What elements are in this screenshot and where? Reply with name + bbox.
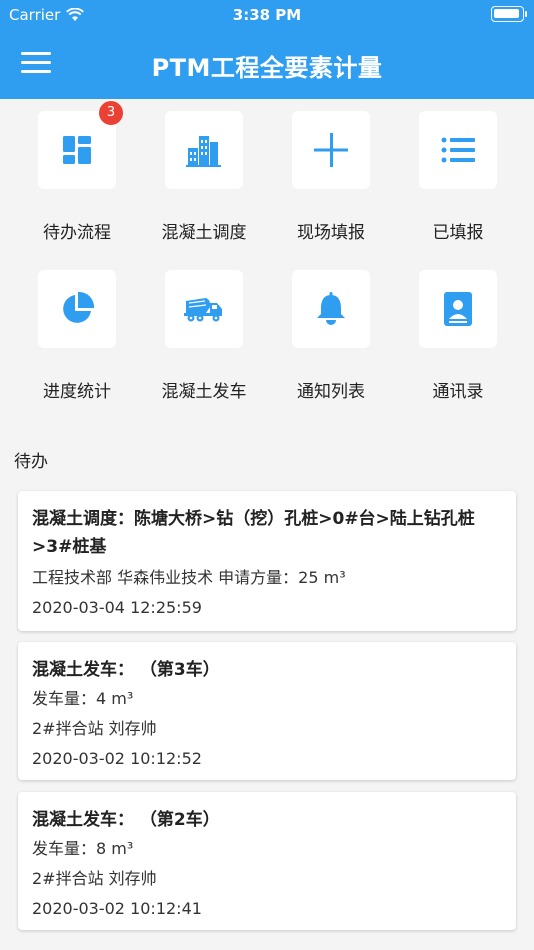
top-bar: Carrier 3:38 PM PTM工程全要素计量 [0,0,534,99]
pie-chart-icon [63,291,95,323]
contacts-icon [444,292,472,326]
todo-section-title: 待办 [14,452,48,472]
tile-label: 已填报 [432,223,484,243]
tile-icon-box[interactable] [165,111,243,189]
notification-badge: 3 [99,101,123,125]
tile-label: 混凝土调度 [161,223,247,243]
tile-icon-box[interactable] [419,270,497,348]
todo-card[interactable]: 混凝土调度：陈塘大桥>钻（挖）孔桩>0#台>陆上钻孔桩>3#桩基 工程技术部 华… [18,491,516,631]
bell-icon [317,292,345,325]
todo-card-detail: 发车量：4 m³ [32,689,134,708]
tile-site-report[interactable]: 现场填报 [267,111,395,243]
tile-concrete-departure[interactable]: 混凝土发车 [140,270,268,402]
nav-bar: PTM工程全要素计量 [0,30,534,99]
tile-notifications[interactable]: 通知列表 [267,270,395,402]
tile-concrete-dispatch[interactable]: 混凝土调度 [140,111,268,243]
tile-icon-box[interactable] [165,270,243,348]
battery-icon [491,6,527,22]
todo-card[interactable]: 混凝土发车： （第3车） 发车量：4 m³ 2#拌合站 刘存帅 2020-03-… [18,642,516,780]
tile-reported[interactable]: 已填报 [394,111,522,243]
status-bar: Carrier 3:38 PM [0,0,534,30]
tile-label: 待办流程 [43,223,111,243]
tile-todo-process[interactable]: 3 待办流程 [13,101,141,243]
todo-card-station: 2#拌合站 刘存帅 [32,719,157,738]
todo-card-time: 2020-03-02 10:12:52 [32,749,202,768]
tile-label: 混凝土发车 [161,382,247,402]
tile-label: 进度统计 [43,382,111,402]
todo-card-station: 2#拌合站 刘存帅 [32,869,157,888]
mixer-truck-icon [184,298,222,322]
todo-card-title: 混凝土发车： （第3车） [32,660,220,680]
tile-icon-box[interactable] [292,111,370,189]
tile-icon-box[interactable] [292,270,370,348]
todo-card-time: 2020-03-04 12:25:59 [32,598,202,617]
todo-card-title: 混凝土调度：陈塘大桥>钻（挖）孔桩>0#台>陆上钻孔桩>3#桩基 [32,509,475,557]
plus-icon [314,133,348,167]
dashboard-icon [63,136,91,164]
tile-icon-box[interactable] [419,111,497,189]
todo-card-time: 2020-03-02 10:12:41 [32,899,202,918]
todo-card-detail: 发车量：8 m³ [32,839,134,858]
todo-card-title: 混凝土发车： （第2车） [32,810,220,830]
tile-label: 通讯录 [432,382,484,402]
page-title: PTM工程全要素计量 [151,54,383,82]
tile-label: 现场填报 [297,223,365,243]
status-time: 3:38 PM [232,6,302,24]
todo-card-detail: 工程技术部 华森伟业技术 申请方量：25 m³ [32,568,346,587]
todo-card[interactable]: 混凝土发车： （第2车） 发车量：8 m³ 2#拌合站 刘存帅 2020-03-… [18,792,516,930]
list-icon [441,137,475,163]
tile-label: 通知列表 [297,382,365,402]
tile-icon-box[interactable]: 3 [38,101,123,189]
tile-progress-stats[interactable]: 进度统计 [13,270,141,402]
tile-contacts[interactable]: 通讯录 [394,270,522,402]
building-icon [186,136,221,167]
tile-icon-box[interactable] [38,270,116,348]
